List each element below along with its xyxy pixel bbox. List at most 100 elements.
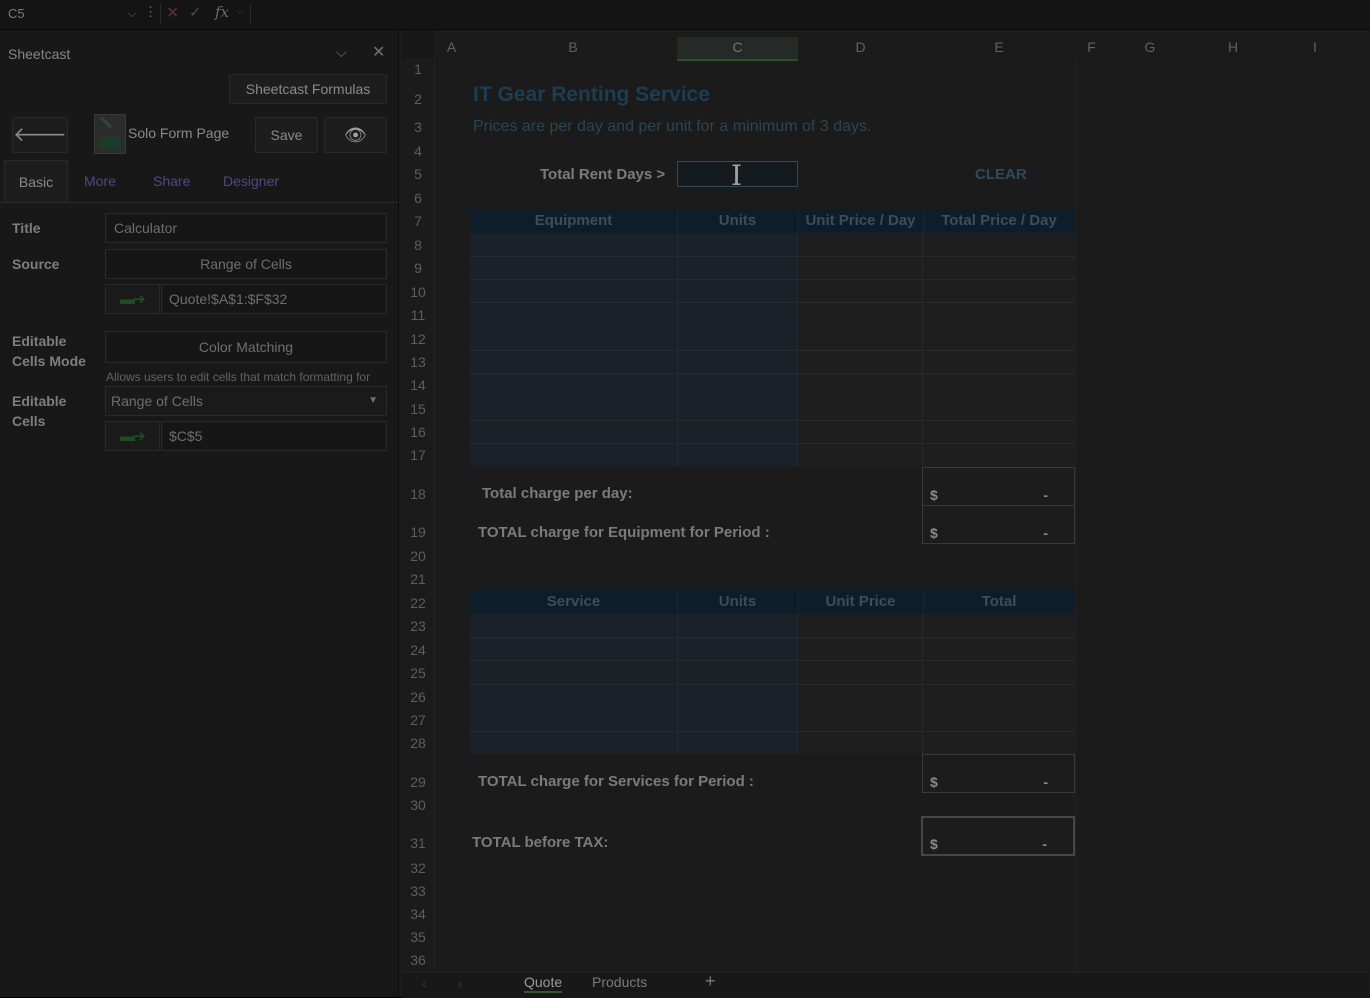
table-row xyxy=(470,373,1075,374)
row-header[interactable]: 33 xyxy=(402,882,434,900)
chevron-down-icon[interactable]: ⌵ xyxy=(128,3,136,25)
preview-eye-icon[interactable]: 👁 xyxy=(324,117,387,153)
form-page-icon xyxy=(94,114,126,154)
worksheet-grid[interactable]: A B C D E F G H I IT Gear Renting Servic… xyxy=(402,30,1370,998)
row-header[interactable]: 32 xyxy=(402,859,434,877)
chevron-right-icon[interactable]: › xyxy=(458,975,463,991)
chevron-down-icon[interactable]: ⌵ xyxy=(336,44,347,61)
total-equipment-cell: $ - xyxy=(922,505,1075,544)
back-arrow-icon[interactable]: 🡐 xyxy=(12,117,68,153)
row-header[interactable]: 5 xyxy=(402,165,434,183)
row-header[interactable]: 29 xyxy=(402,773,434,791)
row-header[interactable]: 11 xyxy=(402,306,434,324)
dropdown-icon[interactable]: ▼ xyxy=(368,387,378,415)
tab-designer[interactable]: Designer xyxy=(223,160,279,202)
clear-button[interactable]: CLEAR xyxy=(975,166,1027,183)
more-dots-icon[interactable]: ⋮ xyxy=(144,4,157,20)
row-header[interactable]: 13 xyxy=(402,353,434,371)
column-header-d[interactable]: D xyxy=(798,37,923,59)
table-row xyxy=(470,731,1075,732)
row-header[interactable]: 4 xyxy=(402,142,434,160)
row-header[interactable]: 10 xyxy=(402,283,434,301)
row-header[interactable]: 8 xyxy=(402,236,434,254)
column-header-a[interactable]: A xyxy=(434,37,469,59)
amount-value: - xyxy=(1043,525,1048,541)
row-header[interactable]: 22 xyxy=(402,594,434,612)
select-range-button[interactable]: ▬➔ xyxy=(105,421,160,451)
close-icon[interactable]: ✕ xyxy=(372,42,385,62)
total-rent-days-label: Total Rent Days > xyxy=(540,166,666,183)
row-header[interactable]: 35 xyxy=(402,928,434,946)
editable-mode-label: Editable Cells Mode xyxy=(12,333,86,369)
editable-mode-button[interactable]: Color Matching xyxy=(105,331,387,363)
row-header[interactable]: 3 xyxy=(402,118,434,136)
sheetcast-formulas-button[interactable]: Sheetcast Formulas xyxy=(229,74,387,104)
column-header-h[interactable]: H xyxy=(1192,37,1274,59)
total-before-tax-cell: $ - xyxy=(921,816,1075,856)
column-header-c[interactable]: C xyxy=(677,37,798,61)
row-header[interactable]: 14 xyxy=(402,376,434,394)
select-range-button[interactable]: ▬➔ xyxy=(105,284,160,314)
title-input[interactable]: Calculator xyxy=(105,213,387,243)
table-row xyxy=(470,637,1075,638)
editable-cells-select[interactable]: Range of Cells ▼ xyxy=(105,386,387,416)
function-icon[interactable]: fx xyxy=(215,3,229,21)
row-header[interactable]: 17 xyxy=(402,446,434,464)
check-icon[interactable]: ✓ xyxy=(189,3,202,21)
solo-form-page-button[interactable]: Solo Form Page xyxy=(94,113,244,155)
row-header[interactable]: 31 xyxy=(402,834,434,852)
row-header[interactable]: 19 xyxy=(402,523,434,541)
row-header[interactable]: 18 xyxy=(402,485,434,503)
header-total: Total xyxy=(981,593,1017,610)
row-header[interactable]: 7 xyxy=(402,212,434,230)
row-header[interactable]: 36 xyxy=(402,951,434,969)
row-header[interactable]: 15 xyxy=(402,400,434,418)
row-header[interactable]: 6 xyxy=(402,189,434,207)
row-header[interactable]: 2 xyxy=(402,90,434,108)
tab-share[interactable]: Share xyxy=(153,160,190,202)
cell-reference: C5 xyxy=(8,6,25,21)
row-header[interactable]: 26 xyxy=(402,688,434,706)
editable-cells-range-input[interactable]: $C$5 xyxy=(161,421,387,451)
chevron-down-icon[interactable]: ⌵ xyxy=(236,6,244,17)
row-header[interactable]: 20 xyxy=(402,547,434,565)
row-header[interactable]: 25 xyxy=(402,664,434,682)
row-header[interactable]: 34 xyxy=(402,905,434,923)
select-all-corner[interactable] xyxy=(402,30,434,58)
tab-basic[interactable]: Basic xyxy=(4,160,68,202)
row-header[interactable]: 30 xyxy=(402,796,434,814)
pane-tabs: Basic More Share Designer xyxy=(0,160,398,203)
column-header-g[interactable]: G xyxy=(1108,37,1192,59)
editable-cells-mode: Range of Cells xyxy=(111,393,203,409)
spreadsheet-app: C5 ⌵ ⋮ ✕ ✓ fx ⌵ Sheetcast ⌵ ✕ Sheetcast … xyxy=(0,0,1370,998)
row-header[interactable]: 28 xyxy=(402,734,434,752)
add-sheet-icon[interactable]: + xyxy=(705,971,716,992)
sheet-tab-quote[interactable]: Quote xyxy=(524,974,563,993)
sheet-tab-products[interactable]: Products xyxy=(592,974,647,990)
header-units: Units xyxy=(718,593,757,610)
row-header[interactable]: 16 xyxy=(402,423,434,441)
column-header-f[interactable]: F xyxy=(1075,37,1108,59)
column-header-e[interactable]: E xyxy=(923,37,1075,59)
source-mode-button[interactable]: Range of Cells xyxy=(105,249,387,279)
cancel-icon[interactable]: ✕ xyxy=(166,3,179,23)
source-range-input[interactable]: Quote!$A$1:$F$32 xyxy=(161,284,387,314)
amount-value: - xyxy=(1043,774,1048,790)
save-button[interactable]: Save xyxy=(255,117,318,153)
row-header[interactable]: 12 xyxy=(402,330,434,348)
row-header[interactable]: 9 xyxy=(402,259,434,277)
header-equipment: Equipment xyxy=(534,212,613,229)
column-header-b[interactable]: B xyxy=(469,37,677,59)
name-box[interactable]: C5 ⌵ xyxy=(4,3,138,25)
row-header[interactable]: 23 xyxy=(402,617,434,635)
table-row xyxy=(470,684,1075,685)
tab-more[interactable]: More xyxy=(84,160,116,202)
row-header[interactable]: 24 xyxy=(402,641,434,659)
chevron-left-icon[interactable]: ‹ xyxy=(422,975,427,991)
row-header[interactable]: 21 xyxy=(402,570,434,588)
column-header-i[interactable]: I xyxy=(1274,37,1356,59)
header-service: Service xyxy=(546,593,601,610)
row-header[interactable]: 1 xyxy=(402,60,434,78)
row-header[interactable]: 27 xyxy=(402,711,434,729)
formula-bar: C5 ⌵ ⋮ ✕ ✓ fx ⌵ xyxy=(0,0,1370,30)
